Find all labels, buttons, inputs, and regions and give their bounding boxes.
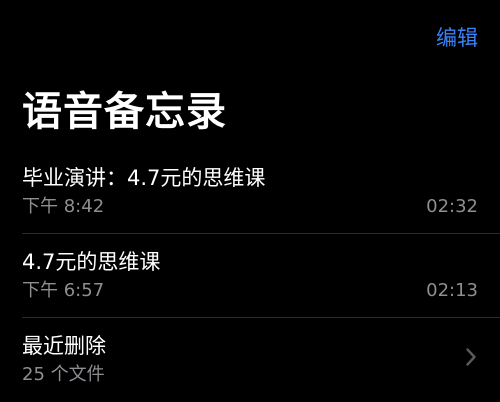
recording-duration: 02:32	[426, 196, 478, 217]
recording-duration: 02:13	[426, 280, 478, 301]
recently-deleted-count: 25 个文件	[22, 364, 105, 385]
chevron-right-icon	[466, 348, 476, 366]
recording-list: 毕业演讲：4.7元的思维课 下午 8:42 02:32 4.7元的思维课 下午 …	[0, 150, 500, 402]
recording-time: 下午 6:57	[22, 280, 105, 301]
recording-title: 4.7元的思维课	[22, 250, 161, 274]
recording-title: 毕业演讲：4.7元的思维课	[22, 166, 266, 190]
recording-row[interactable]: 毕业演讲：4.7元的思维课 下午 8:42 02:32	[22, 150, 500, 234]
recording-time: 下午 8:42	[22, 196, 105, 217]
recently-deleted-title: 最近删除	[22, 334, 106, 358]
page-title: 语音备忘录	[22, 89, 227, 135]
edit-button[interactable]: 编辑	[436, 24, 478, 52]
recently-deleted-row[interactable]: 最近删除 25 个文件	[22, 318, 500, 402]
recording-row[interactable]: 4.7元的思维课 下午 6:57 02:13	[22, 234, 500, 318]
